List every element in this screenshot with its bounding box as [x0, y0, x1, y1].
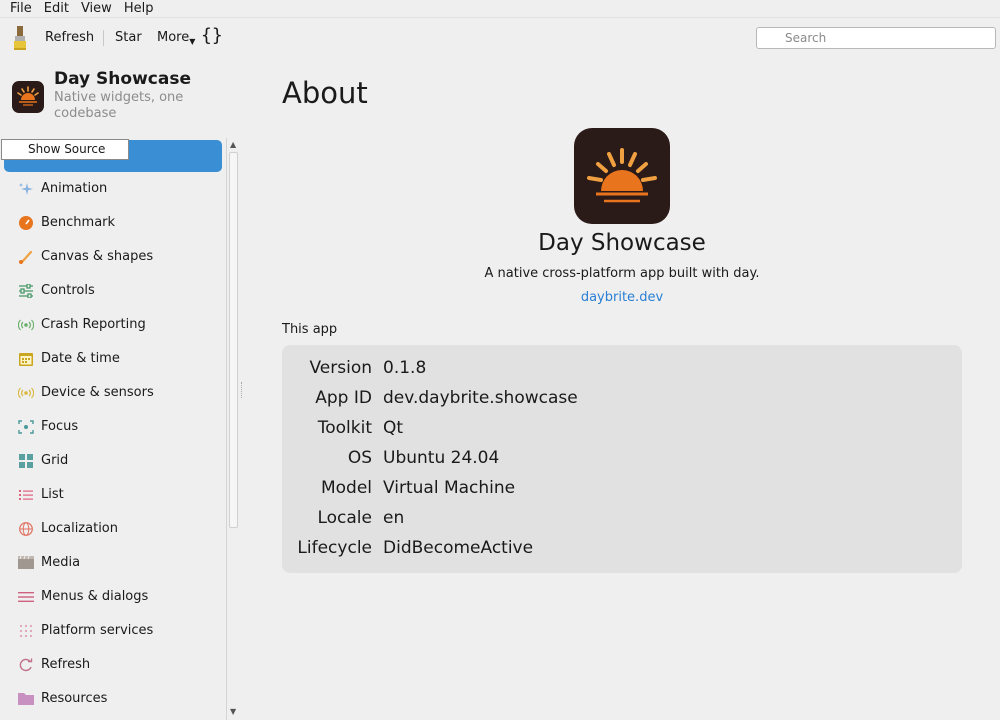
sidebar-item-resources[interactable]: Resources: [0, 682, 222, 716]
info-row-model: Model Virtual Machine: [282, 465, 962, 498]
brush-icon: [19, 250, 33, 264]
sidebar-item-media[interactable]: Media: [0, 546, 222, 580]
calendar-icon: [19, 353, 33, 366]
menu-file[interactable]: File: [4, 0, 38, 18]
sidebar-item-label: Benchmark: [41, 215, 116, 230]
sidebar-item-animation[interactable]: Animation: [0, 172, 222, 206]
app-name: Day Showcase: [538, 230, 706, 256]
sidebar-item-controls[interactable]: Controls: [0, 274, 222, 308]
sidebar-item-label: Localization: [41, 521, 118, 536]
sidebar-item-label: Animation: [41, 181, 108, 196]
sidebar-item-label: Media: [41, 555, 81, 570]
info-value: DidBecomeActive: [383, 538, 534, 558]
info-row-toolkit: Toolkit Qt: [282, 405, 962, 438]
refresh-icon: [19, 658, 33, 672]
sensor-icon: [18, 387, 34, 399]
sidebar-item-label: Crash Reporting: [41, 317, 146, 332]
brush-icon[interactable]: [10, 25, 30, 51]
star-button[interactable]: Star: [115, 29, 142, 47]
chevron-down-icon: ▼: [189, 37, 196, 46]
sidebar-item-crash-reporting[interactable]: Crash Reporting: [0, 308, 222, 342]
gauge-icon: [19, 216, 33, 230]
dots-grid-icon: [19, 624, 33, 638]
info-key: Lifecycle: [297, 538, 372, 558]
list-icon: [19, 490, 33, 500]
info-row-app-id: App ID dev.daybrite.showcase: [282, 375, 962, 408]
app-logo-icon: [12, 81, 44, 113]
sidebar-item-date-time[interactable]: Date & time: [0, 342, 222, 376]
sidebar-item-label: Date & time: [41, 351, 120, 366]
sidebar-item-label: Menus & dialogs: [41, 589, 149, 604]
website-link[interactable]: daybrite.dev: [440, 290, 804, 305]
signal-icon: [18, 319, 34, 331]
menu-icon: [18, 592, 34, 602]
toolbar: Refresh Star More▼ {}: [0, 18, 1000, 58]
sidebar-item-label: Controls: [41, 283, 95, 298]
app-info-panel: Version 0.1.8 App ID dev.daybrite.showca…: [282, 345, 962, 573]
menubar: File Edit View Help: [0, 0, 1000, 18]
app-description: A native cross-platform app built with d…: [484, 266, 760, 281]
more-button[interactable]: More▼: [157, 29, 195, 51]
sidebar-item-label: List: [41, 487, 64, 502]
sidebar-app-subtitle: Native widgets, one codebase: [54, 90, 184, 121]
sidebar-app-title: Day Showcase: [54, 69, 191, 89]
sidebar-item-list[interactable]: List: [0, 478, 222, 512]
info-row-lifecycle: Lifecycle DidBecomeActive: [282, 525, 962, 558]
sidebar-item-device-sensors[interactable]: Device & sensors: [0, 376, 222, 410]
sidebar-item-label: Platform services: [41, 623, 154, 638]
film-icon: [18, 556, 34, 569]
sidebar-item-canvas[interactable]: Canvas & shapes: [0, 240, 222, 274]
sidebar-scrollbar[interactable]: ▲ ▼: [226, 138, 240, 720]
source-code-icon[interactable]: {}: [201, 25, 223, 46]
sidebar-item-label: Refresh: [41, 657, 91, 672]
toolbar-separator: [103, 30, 104, 46]
page-title: About: [282, 76, 368, 110]
sidebar-item-label: Focus: [41, 419, 79, 434]
sidebar-item-platform-services[interactable]: Platform services: [0, 614, 222, 648]
sidebar-item-localization[interactable]: Localization: [0, 512, 222, 546]
refresh-button[interactable]: Refresh: [45, 29, 94, 47]
grid-icon: [19, 454, 33, 468]
more-label: More: [157, 30, 190, 45]
menu-view[interactable]: View: [75, 0, 118, 18]
sidebar-item-focus[interactable]: Focus: [0, 410, 222, 444]
search-input[interactable]: [756, 27, 996, 49]
sidebar-list: Show Source Animation Benchmark Canvas &…: [0, 138, 226, 720]
sidebar-item-label: Device & sensors: [41, 385, 154, 400]
sparkle-icon: [19, 183, 33, 195]
scroll-down-icon[interactable]: ▼: [230, 707, 236, 716]
app-logo-icon: [574, 128, 670, 224]
globe-icon: [19, 522, 33, 536]
section-label: This app: [282, 322, 338, 337]
menu-help[interactable]: Help: [118, 0, 160, 18]
sliders-icon: [19, 284, 33, 298]
sidebar-item-label: Resources: [41, 691, 108, 706]
scroll-up-icon[interactable]: ▲: [230, 140, 236, 149]
sidebar-item-refresh[interactable]: Refresh: [0, 648, 222, 682]
sidebar-item-menus-dialogs[interactable]: Menus & dialogs: [0, 580, 222, 614]
info-row-os: OS Ubuntu 24.04: [282, 435, 962, 468]
scrollbar-thumb[interactable]: [229, 152, 238, 528]
menu-edit[interactable]: Edit: [38, 0, 75, 18]
focus-icon: [18, 420, 34, 434]
splitter-handle[interactable]: [241, 382, 243, 398]
info-row-locale: Locale en: [282, 495, 962, 528]
sidebar-item-label: Grid: [41, 453, 69, 468]
info-row-version: Version 0.1.8: [282, 345, 962, 378]
folder-icon: [18, 693, 34, 705]
sidebar-item-grid[interactable]: Grid: [0, 444, 222, 478]
sidebar-item-benchmark[interactable]: Benchmark: [0, 206, 222, 240]
sidebar-item-label: Canvas & shapes: [41, 249, 154, 264]
tooltip: Show Source: [1, 139, 129, 160]
